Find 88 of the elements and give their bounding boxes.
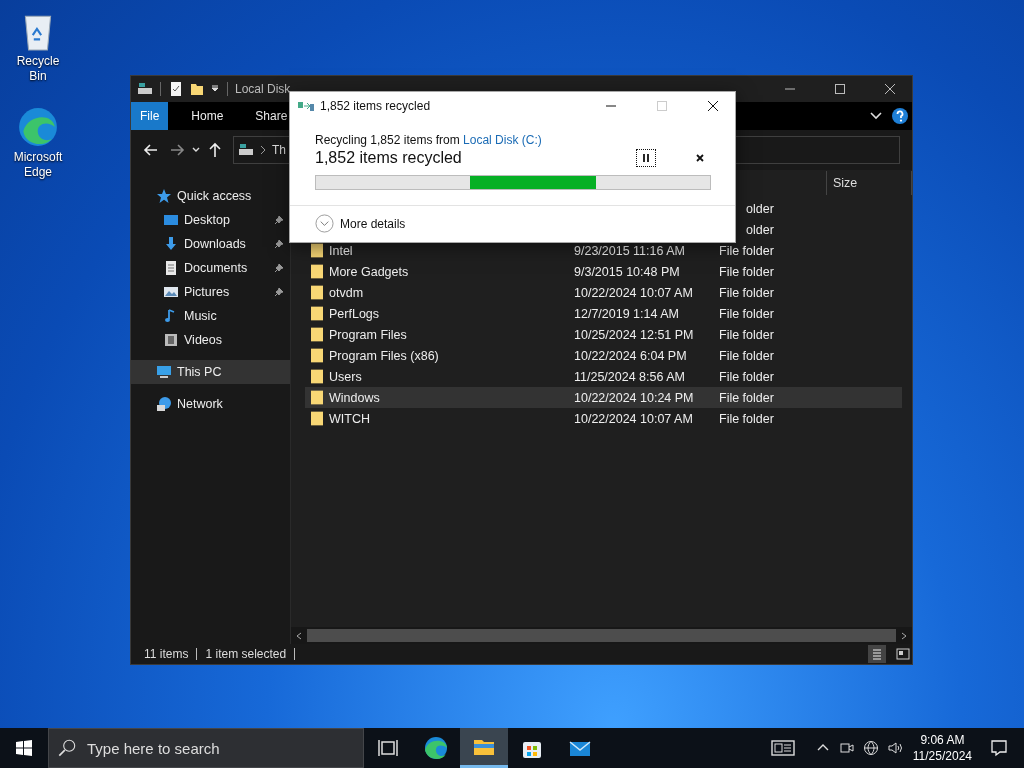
videos-icon [163,332,179,348]
desktop-icon [163,212,179,228]
dropdown-icon[interactable] [210,84,220,94]
maximize-icon [656,101,667,111]
help-icon[interactable] [892,108,908,124]
file-row[interactable]: WITCH 10/22/2024 10:07 AM File folder [305,408,902,429]
file-row[interactable]: PerfLogs 12/7/2019 1:14 AM File folder [305,303,902,324]
file-row[interactable]: More Gadgets 9/3/2015 10:48 PM File folder [305,261,902,282]
forward-arrow-icon[interactable] [169,142,185,158]
pause-icon [641,153,651,163]
folder-icon [311,369,323,384]
column-header[interactable]: Size [827,176,911,190]
scroll-right-icon[interactable] [900,631,908,640]
pin-icon[interactable] [274,239,284,249]
taskbar-app-button[interactable] [460,728,508,768]
recycle-progress-icon [298,100,314,112]
close-icon [707,101,718,111]
nav-item[interactable]: Documents [131,256,290,280]
folder-icon [311,348,323,363]
nav-item[interactable]: Quick access [131,184,290,208]
file-row[interactable]: Program Files (x86) 10/22/2024 6:04 PM File folder [305,345,902,366]
folder-icon [311,264,323,279]
pictures-icon [163,284,179,300]
folder-icon [311,243,323,258]
back-arrow-icon[interactable] [143,142,159,158]
progress-description: Recycling 1,852 items from Local Disk (C:) [315,133,543,147]
scroll-left-icon[interactable] [295,631,303,640]
notification-icon[interactable] [990,739,1008,757]
download-icon [163,236,179,252]
pin-icon[interactable] [274,215,284,225]
folder-icon[interactable] [189,81,205,97]
pause-button[interactable] [636,149,656,167]
ribbon-tab[interactable]: File [131,102,169,130]
folder-icon [311,411,323,426]
chevron-down-circle-icon [315,214,334,233]
source-link[interactable]: Local Disk (C:) [463,133,542,147]
nav-item[interactable]: Network [131,392,290,416]
desktop-shortcut[interactable]: Recycle Bin [0,8,76,84]
status-text: 1 item selected [205,647,287,661]
edge-logo-icon [424,736,448,760]
file-row[interactable]: Program Files 10/25/2024 12:51 PM File folder [305,324,902,345]
news-icon[interactable] [770,740,795,756]
file-row[interactable]: otvdm 10/22/2024 10:07 AM File folder [305,282,902,303]
file-row[interactable]: Users 11/25/2024 8:56 AM File folder [305,366,902,387]
network-icon [156,396,172,412]
nav-item[interactable]: Pictures [131,280,290,304]
camera-icon[interactable] [838,740,855,756]
chevron-right-icon [260,145,266,155]
drive-icon [238,142,254,158]
nav-item[interactable]: Downloads [131,232,290,256]
folder-icon [311,285,323,300]
desktop-shortcut[interactable]: Microsoft Edge [0,104,76,180]
close-icon [695,153,705,163]
large-icons-view-icon[interactable] [894,645,912,663]
more-details-button[interactable]: More details [315,214,406,233]
globe-icon[interactable] [862,740,879,756]
up-arrow-icon[interactable] [207,142,223,158]
nav-item[interactable]: Desktop [131,208,290,232]
folder-icon [311,390,323,405]
details-view-icon[interactable] [868,645,886,663]
pin-icon[interactable] [274,287,284,297]
nav-item[interactable]: Music [131,304,290,328]
taskbar-search-field[interactable]: Type here to search [48,728,364,768]
maximize-icon [834,84,845,94]
expand-ribbon-icon[interactable] [870,112,882,120]
file-row[interactable]: Intel 9/23/2015 11:16 AM File folder [305,240,902,261]
status-text: 11 items [144,647,189,661]
documents-icon [163,260,179,276]
search-icon [56,737,78,759]
dialog-title: 1,852 items recycled [320,99,431,113]
properties-icon[interactable] [168,81,184,97]
nav-item[interactable]: This PC [131,360,290,384]
volume-icon[interactable] [886,740,903,756]
star-icon [156,188,172,204]
progress-heading: 1,852 items recycled [315,149,462,167]
close-icon [884,84,895,94]
clock[interactable]: 9:06 AM 11/25/2024 [912,732,972,764]
pin-icon[interactable] [274,263,284,273]
horizontal-scrollbar[interactable] [291,627,912,644]
drive-icon[interactable] [137,81,153,97]
file-row[interactable]: Windows 10/22/2024 10:24 PM File folder [305,387,902,408]
ribbon-tab[interactable]: Home [182,102,233,130]
nav-item[interactable]: Videos [131,328,290,352]
cancel-button[interactable] [694,152,706,164]
window-title: Local Disk [235,82,291,96]
pc-icon [156,364,172,380]
folder-icon [311,327,323,342]
folder-icon [311,306,323,321]
